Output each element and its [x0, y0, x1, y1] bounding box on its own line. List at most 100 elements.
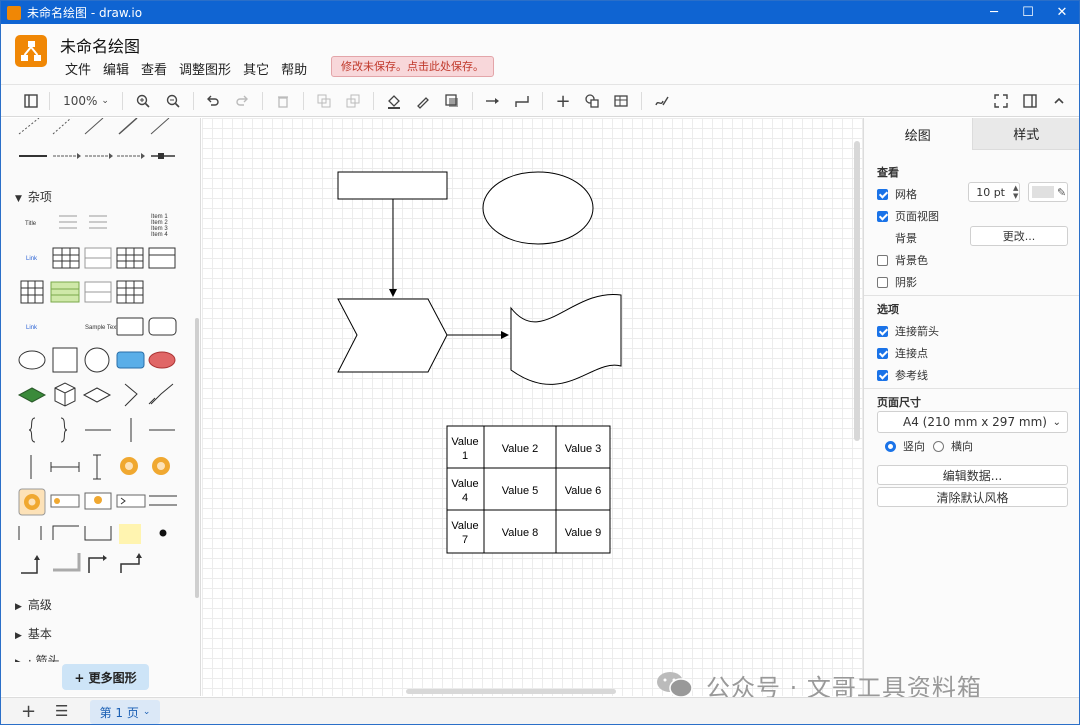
ellipse-shape[interactable]	[482, 171, 594, 245]
sidebar-scrollbar[interactable]	[195, 318, 199, 598]
landscape-radio[interactable]: 横向	[933, 438, 973, 454]
to-back-icon[interactable]	[343, 91, 363, 111]
more-shapes-button[interactable]: + 更多图形	[62, 664, 149, 690]
landscape-label: 横向	[951, 440, 973, 453]
wechat-logo-icon	[657, 672, 693, 698]
page-tab-label: 第 1 页	[99, 705, 139, 720]
triangle-right-icon: ▶	[15, 658, 22, 662]
portrait-radio[interactable]: 竖向	[885, 438, 925, 454]
menu-edit[interactable]: 编辑	[97, 59, 135, 78]
misc-link-text: Link	[26, 256, 38, 262]
grid-checkbox[interactable]: 网格	[877, 186, 917, 202]
page-view-checkbox[interactable]: 页面视图	[877, 208, 939, 224]
table-cell-r3c3: Value 9	[565, 527, 602, 539]
diagram-canvas[interactable]: Value 1 Value 2 Value 3 Value 4 Value 5 Va…	[202, 118, 863, 696]
misc-item-4: Item 4	[151, 232, 168, 238]
menu-extras[interactable]: 其它	[237, 59, 275, 78]
table-icon[interactable]	[611, 91, 631, 111]
change-background-button[interactable]: 更改...	[970, 226, 1068, 246]
menu-file[interactable]: 文件	[59, 59, 97, 78]
page-tab[interactable]: 第 1 页 ⌄	[90, 700, 160, 724]
table-cell-r2c3: Value 6	[565, 485, 602, 497]
fill-color-icon[interactable]	[384, 91, 404, 111]
zoom-dropdown[interactable]: 100% ⌄	[59, 91, 113, 111]
shapes-icon[interactable]	[582, 91, 602, 111]
edit-data-button[interactable]: 编辑数据...	[877, 465, 1068, 485]
section-basic[interactable]: ▶ 基本	[15, 625, 52, 642]
unsaved-changes-notice[interactable]: 修改未保存。点击此处保存。	[331, 56, 494, 77]
drawio-logo-icon	[7, 5, 21, 20]
connection-arrows-label: 连接箭头	[895, 325, 939, 338]
zoom-level: 100%	[63, 94, 98, 108]
canvas-vertical-scrollbar[interactable]	[854, 141, 860, 441]
grid-size-value: 10 pt	[976, 185, 1005, 199]
maximize-button[interactable]: ☐	[1011, 5, 1045, 20]
canvas-horizontal-scrollbar[interactable]	[406, 689, 616, 694]
connection-arrows-checkbox[interactable]: 连接箭头	[877, 323, 939, 339]
data-table[interactable]: Value 1 Value 2 Value 3 Value 4 Value 5 Va…	[446, 425, 611, 554]
pages-menu-icon[interactable]: ☰	[55, 702, 68, 720]
section-misc-label: 杂项	[27, 190, 52, 204]
menu-help[interactable]: 帮助	[275, 59, 313, 78]
misc-link-text-2: Link	[26, 325, 38, 331]
connection-arrow-icon[interactable]	[483, 91, 503, 111]
section-arrows-label: · 箭头	[27, 654, 60, 662]
connector-shapes-row[interactable]	[1, 118, 201, 168]
format-panel-icon[interactable]	[1020, 91, 1040, 111]
freehand-icon[interactable]	[652, 91, 672, 111]
step-shape[interactable]	[337, 298, 448, 373]
guides-checkbox[interactable]: 参考线	[877, 367, 928, 383]
triangle-right-icon: ▶	[15, 602, 22, 612]
view-heading: 查看	[877, 166, 899, 179]
rectangle-shape[interactable]	[337, 171, 448, 200]
tab-diagram[interactable]: 绘图	[864, 118, 972, 150]
minimize-button[interactable]: ─	[977, 5, 1011, 20]
add-page-icon[interactable]: +	[21, 701, 36, 722]
zoom-in-icon[interactable]	[133, 91, 153, 111]
misc-shapes-grid[interactable]: Title Item 1 Item 2 Item 3 Item 4 Link L…	[1, 208, 201, 598]
chevron-down-icon: ⌄	[1052, 416, 1061, 428]
page-size-heading: 页面尺寸	[877, 396, 921, 409]
section-arrows[interactable]: ▶ · 箭头	[15, 652, 60, 662]
fullscreen-icon[interactable]	[991, 91, 1011, 111]
triangle-right-icon: ▶	[15, 631, 22, 641]
chevron-down-icon: ⌄	[142, 707, 151, 717]
insert-plus-icon[interactable]: +	[553, 91, 573, 112]
document-title[interactable]: 未命名绘图	[60, 33, 140, 57]
menu-view[interactable]: 查看	[135, 59, 173, 78]
table-cell-r1c3: Value 3	[565, 443, 602, 455]
status-bar: + ☰ 第 1 页 ⌄	[1, 697, 1079, 724]
shapes-sidebar: ▼ 杂项 Title Item 1 Item 2 Item 3 Item 4 Li…	[1, 118, 201, 696]
line-color-icon[interactable]	[413, 91, 433, 111]
bg-color-checkbox[interactable]: 背景色	[877, 252, 928, 268]
spinner-arrows-icon[interactable]: ▲ ▼	[1013, 184, 1018, 200]
title-bar: 未命名绘图 - draw.io ─ ☐ ✕	[1, 1, 1079, 24]
shadow-label: 阴影	[895, 276, 917, 289]
menu-bar: 文件 编辑 查看 调整图形 其它 帮助	[59, 59, 313, 78]
format-panel-toggle-icon[interactable]	[21, 91, 41, 111]
to-front-icon[interactable]	[314, 91, 334, 111]
collapse-chevron-up-icon[interactable]	[1049, 91, 1069, 111]
undo-icon[interactable]	[203, 91, 223, 111]
connection-points-label: 连接点	[895, 347, 928, 360]
tab-style[interactable]: 样式	[971, 118, 1079, 150]
delete-icon[interactable]	[273, 91, 293, 111]
table-cell-r2c2: Value 5	[502, 485, 539, 497]
connection-points-checkbox[interactable]: 连接点	[877, 345, 928, 361]
tape-shape[interactable]	[510, 293, 622, 385]
waypoint-icon[interactable]	[512, 91, 532, 111]
section-advanced-label: 高级	[27, 598, 52, 612]
menu-arrange[interactable]: 调整图形	[173, 59, 237, 78]
section-advanced[interactable]: ▶ 高级	[15, 596, 52, 613]
page-size-select[interactable]: A4 (210 mm x 297 mm) ⌄	[877, 411, 1068, 433]
close-button[interactable]: ✕	[1045, 5, 1079, 20]
grid-color-button[interactable]: ✎	[1028, 182, 1068, 202]
diagram-svg[interactable]: Value 1 Value 2 Value 3 Value 4 Value 5 Va…	[202, 118, 863, 696]
shadow-checkbox[interactable]: 阴影	[877, 274, 917, 290]
clear-default-style-button[interactable]: 清除默认风格	[877, 487, 1068, 507]
shadow-icon[interactable]	[442, 91, 462, 111]
section-misc[interactable]: ▼ 杂项	[15, 188, 52, 205]
zoom-out-icon[interactable]	[163, 91, 183, 111]
table-cell-r3c2: Value 8	[502, 527, 539, 539]
redo-icon[interactable]	[232, 91, 252, 111]
